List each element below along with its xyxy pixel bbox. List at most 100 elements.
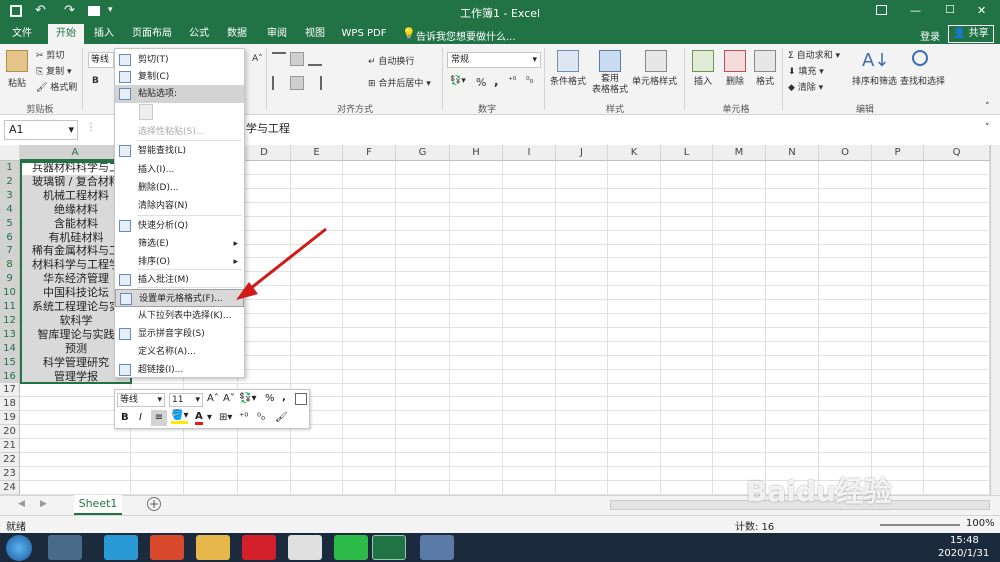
column-header-F[interactable]: F bbox=[343, 145, 396, 161]
name-box[interactable]: A1 ▾ bbox=[4, 120, 78, 140]
column-header-M[interactable]: M bbox=[713, 145, 766, 161]
mini-font-select[interactable]: 等线 ▾ bbox=[117, 393, 165, 407]
redo-icon[interactable]: ↷ bbox=[64, 3, 75, 18]
scroll-right-icon[interactable]: ▶ bbox=[40, 499, 47, 509]
comma-button[interactable]: , bbox=[494, 74, 499, 88]
column-header-L[interactable]: L bbox=[661, 145, 713, 161]
align-right-icon[interactable] bbox=[308, 76, 322, 90]
start-button[interactable] bbox=[6, 535, 32, 561]
row-header-9[interactable]: 9 bbox=[0, 272, 20, 287]
zoom-slider[interactable] bbox=[880, 524, 960, 526]
mini-currency-icon[interactable]: 💱▾ bbox=[239, 393, 256, 404]
row-header-19[interactable]: 19 bbox=[0, 411, 20, 426]
delete-cells-button[interactable]: 删除 bbox=[726, 74, 744, 87]
add-sheet-icon[interactable]: + bbox=[147, 497, 161, 511]
tab-view[interactable]: 视图 bbox=[298, 24, 332, 44]
customize-qat-icon[interactable]: ▾ bbox=[108, 5, 113, 15]
excel-taskbar-icon[interactable] bbox=[372, 535, 406, 560]
clear-button[interactable]: ◆ 清除 ▾ bbox=[788, 80, 823, 93]
currency-icon[interactable]: 💱▾ bbox=[450, 76, 466, 86]
shrink-font-icon[interactable]: A˅ bbox=[223, 393, 235, 404]
context-menu-item[interactable]: 设置单元格格式(F)... bbox=[115, 289, 244, 307]
context-menu-item[interactable]: 快速分析(Q) bbox=[115, 217, 244, 235]
context-menu-item[interactable]: 智能查找(L) bbox=[115, 142, 244, 160]
row-header-7[interactable]: 7 bbox=[0, 244, 20, 259]
tab-wps-pdf[interactable]: WPS PDF bbox=[336, 24, 392, 44]
formula-input[interactable]: 学与工程 bbox=[240, 120, 1000, 140]
mini-fill-color-icon[interactable]: 🪣▾ bbox=[171, 410, 189, 424]
sort-filter-icon[interactable]: A↓ bbox=[862, 50, 889, 71]
row-header-1[interactable]: 1 bbox=[0, 161, 20, 175]
grow-font-icon[interactable]: A˄ bbox=[207, 393, 219, 404]
format-painter-button[interactable]: 🖌 格式刷 bbox=[36, 80, 77, 93]
clock-date[interactable]: 2020/1/31 bbox=[938, 548, 989, 559]
percent-button[interactable]: % bbox=[476, 76, 486, 89]
align-bottom-icon[interactable] bbox=[308, 52, 322, 66]
tab-file[interactable]: 文件 bbox=[4, 24, 40, 44]
column-header-N[interactable]: N bbox=[766, 145, 819, 161]
font-size-up-icon[interactable]: A˄ bbox=[252, 54, 263, 64]
sort-filter-button[interactable]: 排序和筛选 bbox=[852, 74, 897, 87]
save-icon[interactable] bbox=[10, 5, 22, 17]
ribbon-display-icon[interactable] bbox=[876, 5, 887, 15]
align-top-icon[interactable] bbox=[272, 52, 286, 66]
mini-font-color-dropdown[interactable]: ▾ bbox=[207, 412, 212, 423]
row-header-12[interactable]: 12 bbox=[0, 313, 20, 328]
row-header-13[interactable]: 13 bbox=[0, 327, 20, 342]
tab-data[interactable]: 数据 bbox=[220, 24, 254, 44]
cell-styles-button[interactable]: 单元格样式 bbox=[632, 74, 677, 87]
column-header-H[interactable]: H bbox=[450, 145, 503, 161]
decrease-decimal-icon[interactable]: ⁰₀ bbox=[526, 76, 533, 86]
merge-center-button[interactable]: ⊞ 合并后居中 ▾ bbox=[368, 76, 431, 89]
context-menu-item[interactable]: 显示拼音字段(S) bbox=[115, 325, 244, 343]
wrap-text-button[interactable]: ↵ 自动换行 bbox=[368, 54, 414, 67]
row-header-2[interactable]: 2 bbox=[0, 174, 20, 189]
tab-home[interactable]: 开始 bbox=[48, 24, 84, 44]
format-as-table-button[interactable]: 套用 表格格式 bbox=[590, 74, 630, 96]
paste-icon[interactable] bbox=[6, 50, 28, 72]
column-header-G[interactable]: G bbox=[396, 145, 450, 161]
column-header-O[interactable]: O bbox=[819, 145, 872, 161]
context-menu-item[interactable]: 超链接(I)... bbox=[115, 361, 244, 379]
tell-me-box[interactable]: 告诉我您想要做什么... bbox=[416, 28, 516, 43]
mini-increase-decimal-icon[interactable]: ⁺⁰ bbox=[239, 412, 248, 423]
row-header-24[interactable]: 24 bbox=[0, 480, 20, 495]
number-format-select[interactable]: 常规 ▾ bbox=[447, 52, 541, 68]
mini-comma-button[interactable]: , bbox=[282, 392, 286, 403]
context-menu-item[interactable]: 筛选(E) ▸ bbox=[115, 235, 244, 253]
conditional-format-icon[interactable] bbox=[557, 50, 579, 72]
file-explorer-icon[interactable] bbox=[196, 535, 230, 560]
mini-size-select[interactable]: 11 ▾ bbox=[169, 393, 203, 407]
row-header-6[interactable]: 6 bbox=[0, 230, 20, 245]
conditional-format-button[interactable]: 条件格式 bbox=[550, 74, 586, 87]
context-menu-item[interactable]: 从下拉列表中选择(K)... bbox=[115, 307, 244, 325]
cut-button[interactable]: ✂ 剪切 bbox=[36, 48, 64, 61]
mini-bold-button[interactable]: B bbox=[121, 412, 129, 423]
fill-button[interactable]: ⬇ 填充 ▾ bbox=[788, 64, 824, 77]
align-center-icon[interactable] bbox=[290, 76, 304, 90]
expand-formula-icon[interactable]: ˅ bbox=[985, 123, 990, 133]
row-header-15[interactable]: 15 bbox=[0, 355, 20, 370]
tab-review[interactable]: 审阅 bbox=[260, 24, 294, 44]
row-header-5[interactable]: 5 bbox=[0, 216, 20, 231]
row-header-10[interactable]: 10 bbox=[0, 286, 20, 301]
scroll-left-icon[interactable]: ◀ bbox=[18, 499, 25, 509]
paste-button[interactable]: 粘贴 bbox=[8, 76, 26, 89]
select-all-corner[interactable] bbox=[0, 145, 20, 161]
app-icon-1[interactable] bbox=[48, 535, 82, 560]
app-icon-4[interactable] bbox=[420, 535, 454, 560]
autosum-button[interactable]: Σ 自动求和 ▾ bbox=[788, 48, 840, 61]
font-name-box[interactable]: 等线 bbox=[88, 52, 114, 68]
share-button[interactable]: 👤 共享 bbox=[948, 25, 994, 43]
format-cells-icon[interactable] bbox=[754, 50, 776, 72]
find-select-button[interactable]: 查找和选择 bbox=[900, 74, 945, 87]
mini-italic-button[interactable]: I bbox=[139, 412, 142, 423]
bold-button[interactable]: B bbox=[92, 76, 99, 86]
context-menu-item[interactable]: 清除内容(N) bbox=[115, 197, 244, 215]
zoom-level[interactable]: 100% bbox=[966, 518, 995, 529]
wechat-icon[interactable] bbox=[334, 535, 368, 560]
cell-styles-icon[interactable] bbox=[645, 50, 667, 72]
column-header-J[interactable]: J bbox=[556, 145, 608, 161]
column-header-K[interactable]: K bbox=[608, 145, 661, 161]
app-icon-2[interactable] bbox=[104, 535, 138, 560]
